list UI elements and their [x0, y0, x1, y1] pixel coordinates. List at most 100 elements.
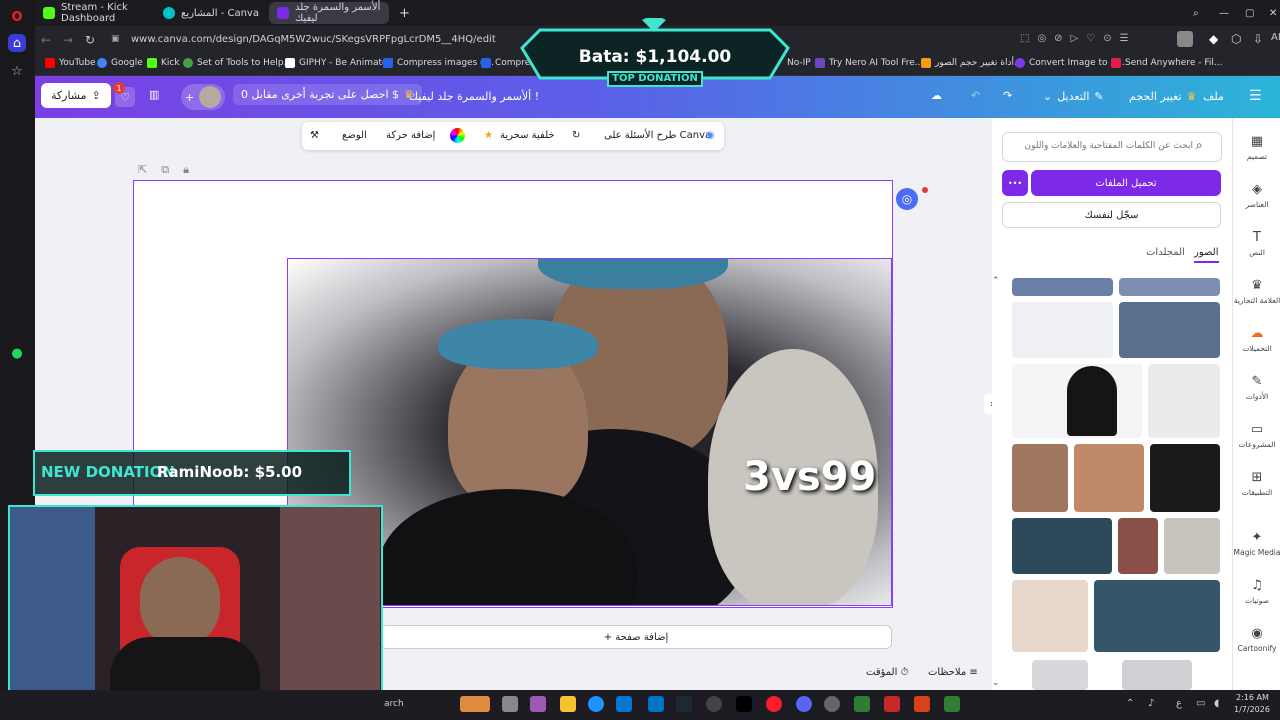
ai-button[interactable]: AI — [1271, 32, 1280, 43]
tray-chevron-icon[interactable]: ⌃ — [1126, 698, 1134, 709]
bookmark-compress-1[interactable]: Compress images o... — [383, 58, 494, 68]
paint-format-icon[interactable]: ⚒ — [310, 130, 319, 141]
opera-icon[interactable] — [766, 696, 782, 712]
download-icon[interactable]: ⇩ — [1253, 32, 1263, 46]
rail-item-uploads[interactable]: ☁ التحميلات — [1233, 326, 1280, 353]
volume-icon[interactable]: ◖ — [1214, 698, 1219, 709]
upload-thumbnail[interactable] — [1012, 518, 1112, 574]
rail-item-tools[interactable]: ✎ الأدوات — [1233, 374, 1280, 401]
mic-icon[interactable]: ♪ — [1148, 698, 1154, 709]
upload-files-button[interactable]: تحميل الملفات — [1031, 170, 1221, 196]
scroll-up-icon[interactable]: ⌃ — [992, 276, 1000, 286]
discord-icon[interactable] — [796, 696, 812, 712]
animate-button[interactable]: إضافة حركة — [386, 130, 435, 141]
scroll-down-icon[interactable]: ⌄ — [992, 678, 1000, 688]
rail-item-audio[interactable]: ♫ صوتيات — [1233, 578, 1280, 605]
address-actions[interactable]: ⬚◎⊘▷♡⊙☰ — [1020, 33, 1137, 44]
refresh-icon[interactable]: ↻ — [572, 130, 580, 141]
design-title[interactable]: ألأسمر والسمرة جلد ليفيك ! — [409, 90, 539, 103]
undo-icon[interactable]: ↶ — [971, 89, 980, 102]
add-page-button[interactable]: + إضافة صفحة — [380, 625, 892, 649]
home-icon[interactable]: ⌂ — [8, 34, 26, 52]
upload-thumbnail[interactable] — [1012, 580, 1088, 652]
rail-item-magic-media[interactable]: ✦ Magic Media — [1233, 530, 1280, 557]
upload-thumbnail[interactable] — [1119, 278, 1220, 296]
forward-icon[interactable]: → — [63, 33, 73, 47]
star-icon[interactable]: ☆ — [8, 62, 26, 80]
bookmark-google[interactable]: Google — [97, 58, 143, 68]
close-window-button[interactable]: ✕ — [1261, 2, 1280, 24]
insights-icon[interactable]: ▥ — [149, 88, 159, 101]
extension-icon[interactable]: ◆ — [1209, 32, 1218, 46]
upload-thumbnail[interactable] — [1122, 660, 1192, 690]
bookmark-resize[interactable]: أداة تغيير حجم الصور... — [921, 58, 1023, 68]
upload-thumbnail[interactable] — [1074, 444, 1144, 512]
color-wheel-icon[interactable] — [450, 128, 465, 143]
bookmark-youtube[interactable]: YouTube — [45, 58, 96, 68]
rail-item-text[interactable]: T النص — [1233, 230, 1280, 257]
upload-thumbnail[interactable] — [1012, 278, 1113, 296]
edit-mode-button[interactable]: ⌄ التعديل ✎ — [1043, 90, 1104, 103]
obs-icon[interactable] — [824, 696, 840, 712]
clock-time[interactable]: 2:16 AM — [1236, 693, 1269, 702]
maximize-button[interactable]: ▢ — [1237, 2, 1262, 24]
menu-icon[interactable]: ☰ — [1249, 88, 1262, 104]
notes-button[interactable]: ملاحظات ≡ — [928, 667, 978, 678]
bookmark-nero[interactable]: Try Nero AI Tool Fre... — [815, 58, 923, 68]
trial-button[interactable]: احصل على تجربة أخرى مقابل 0 $ ♛ — [233, 84, 422, 105]
rail-item-design[interactable]: ▦ تصميم — [1233, 134, 1280, 161]
profile-avatar[interactable] — [1177, 31, 1193, 47]
app-icon[interactable] — [530, 696, 546, 712]
bookmark-tools[interactable]: Set of Tools to Help... — [183, 58, 292, 68]
tab-canva-projects[interactable]: المشاريع - Canva — [155, 2, 267, 24]
tab-folders[interactable]: المجلدات — [1146, 247, 1185, 258]
taskbar-search[interactable]: arch — [384, 699, 404, 709]
bookmark-convert[interactable]: Convert Image to 1... — [1015, 58, 1125, 68]
back-icon[interactable]: ← — [41, 33, 51, 47]
resize-button[interactable]: تغيير الحجم ♛ — [1129, 90, 1196, 103]
overlay-text-3vs99[interactable]: 3vs99 — [743, 454, 876, 500]
redo-icon[interactable]: ↷ — [1003, 89, 1012, 102]
tab-images[interactable]: الصور — [1194, 247, 1219, 263]
record-yourself-button[interactable]: سجّل لنفسك — [1002, 202, 1221, 228]
magic-background-button[interactable]: خلفية سحرية — [500, 130, 555, 141]
opera-logo-icon[interactable]: O — [8, 8, 26, 26]
ask-canva-button[interactable]: طرح الأسئلة على Canva — [604, 130, 711, 141]
url-field[interactable]: www.canva.com/design/DAGqM5W2wuc/SKegsVR… — [131, 34, 496, 45]
app-icon[interactable] — [460, 696, 490, 712]
upload-thumbnail[interactable] — [1148, 364, 1220, 438]
rail-item-cartoonify[interactable]: ◉ Cartoonify — [1233, 626, 1280, 653]
store-icon[interactable] — [616, 696, 632, 712]
spotify-icon[interactable]: ● — [8, 344, 26, 362]
app-icon[interactable] — [914, 696, 930, 712]
cloud-save-icon[interactable]: ☁ — [931, 89, 942, 102]
reload-icon[interactable]: ↻ — [85, 33, 95, 47]
network-icon[interactable]: ▭ — [1196, 698, 1205, 709]
upload-thumbnail[interactable] — [1012, 302, 1113, 358]
app-icon[interactable] — [706, 696, 722, 712]
file-menu[interactable]: ملف — [1203, 90, 1224, 103]
task-view-icon[interactable] — [502, 696, 518, 712]
app-icon[interactable] — [944, 696, 960, 712]
language-indicator[interactable]: ع — [1176, 698, 1182, 709]
upload-thumbnail[interactable] — [1164, 518, 1220, 574]
timer-button[interactable]: المؤقت ⏱ — [866, 667, 908, 678]
upload-thumbnail[interactable] — [1032, 660, 1088, 690]
tab-kick[interactable]: Stream - Kick Dashboard — [35, 2, 153, 24]
upload-thumbnail[interactable] — [1012, 444, 1068, 512]
app-icon[interactable] — [854, 696, 870, 712]
collaborators[interactable]: + — [181, 84, 226, 110]
more-options-button[interactable]: ••• — [1002, 170, 1028, 196]
position-button[interactable]: الوضع — [342, 130, 367, 141]
upload-thumbnail[interactable] — [1118, 518, 1158, 574]
vpn-icon[interactable]: ⬡ — [1231, 32, 1241, 46]
bookmark-giphy[interactable]: GIPHY - Be Animated — [285, 58, 393, 68]
app-icon[interactable] — [884, 696, 900, 712]
minimize-button[interactable]: — — [1211, 2, 1237, 24]
rail-item-projects[interactable]: ▭ المشروعات — [1233, 422, 1280, 449]
search-tabs-icon[interactable]: ⌕ — [1185, 2, 1203, 24]
upload-thumbnail[interactable] — [1150, 444, 1220, 512]
steam-icon[interactable] — [676, 696, 692, 712]
bookmark-send-anywhere[interactable]: Send Anywhere - Fil... — [1111, 58, 1222, 68]
rail-item-elements[interactable]: ◈ العناصر — [1233, 182, 1280, 209]
